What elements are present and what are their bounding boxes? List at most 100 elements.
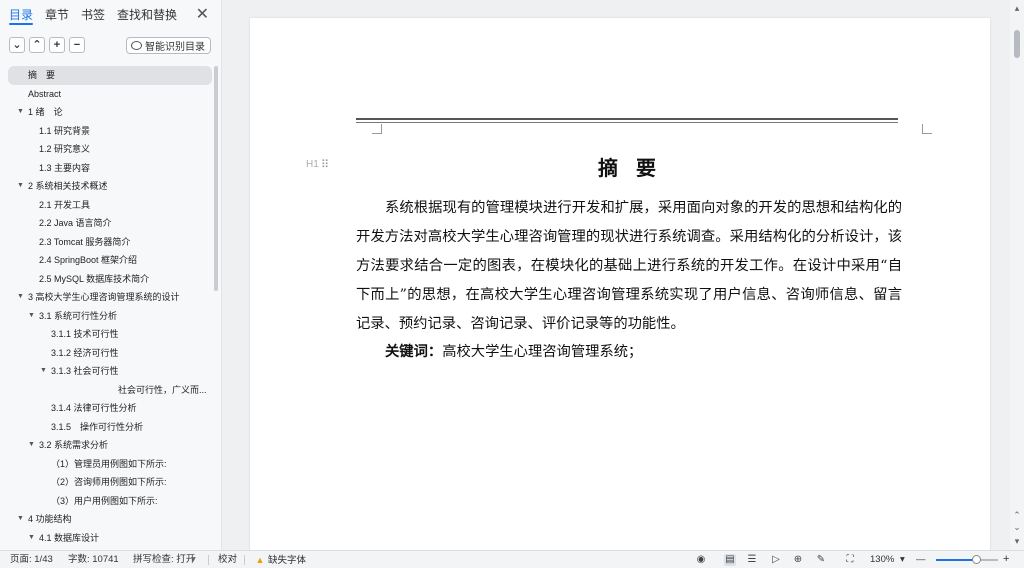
expand-arrow-icon[interactable]: ▼ [28,529,35,548]
toc-item-label: 社会可行性，广义而... [118,384,207,395]
fit-page-icon[interactable]: ⛶ [844,554,856,566]
status-bar: 页面: 1/43 字数: 10741 拼写检查: 打开 ▾ 校对 ▲ 缺失字体 ◉… [0,550,1024,568]
toc-item[interactable]: （1）管理员用例图如下所示: [0,455,214,474]
smart-toc-label: 智能识别目录 [145,42,205,53]
toc-item[interactable]: 1.1 研究背景 [0,122,214,141]
margin-corner-mark [372,124,382,134]
zoom-slider-knob[interactable] [972,555,981,564]
toc-item[interactable]: ▼ 2 系统相关技术概述 [0,177,214,196]
tab-toc[interactable]: 目录 [9,0,34,30]
zoom-level[interactable]: 130% [870,554,894,566]
toc-item[interactable]: ▼ 1 绪 论 [0,103,214,122]
toc-item[interactable]: 2.3 Tomcat 服务器简介 [0,233,214,252]
expand-arrow-icon[interactable]: ▼ [28,307,35,326]
scroll-up-icon[interactable]: ▴ [1012,3,1022,13]
collapse-all-button[interactable]: ⌄ [9,37,25,53]
toc-item[interactable]: Abstract [0,85,214,104]
scroll-down-icon[interactable]: ▾ [1012,536,1022,546]
toc-item[interactable]: 2.1 开发工具 [0,196,214,215]
toc-item-label: 1.1 研究背景 [39,125,91,136]
smart-toc-button[interactable]: 智能识别目录 [126,37,211,54]
toc-item[interactable]: 摘 要 [8,66,212,85]
tab-chapters[interactable]: 章节 [45,0,69,30]
spellcheck-toggle[interactable]: 拼写检查: 打开 [133,554,195,566]
expand-arrow-icon[interactable]: ▼ [40,362,47,381]
toc-item[interactable]: 2.2 Java 语言简介 [0,214,214,233]
toc-item-label: 3.1.1 技术可行性 [51,329,119,339]
toc-item-label: 2.4 SpringBoot 框架介绍 [39,255,138,265]
proofread-button[interactable]: 校对 [218,554,237,566]
chevron-down-icon[interactable]: ▾ [900,554,905,566]
toc-item[interactable]: （3）用户用例图如下所示: [0,492,214,511]
toc-item-label: 3 高校大学生心理咨询管理系统的设计 [28,292,180,302]
keywords-text: 高校大学生心理咨询管理系统； [442,344,643,360]
toc-item[interactable]: 1.2 研究意义 [0,140,214,159]
scrollbar-thumb[interactable] [1014,30,1020,58]
toc-item-label: 4.1 数据库设计 [39,532,100,543]
toc-scrollbar[interactable] [214,66,218,291]
toc-item-label: 3.1.5 操作可行性分析 [51,421,144,432]
toc-item-label: 2.1 开发工具 [39,199,91,210]
tab-bookmarks[interactable]: 书签 [81,0,105,30]
document-area: H1 ⠿ 摘要 系统根据现有的管理模块进行开发和扩展，采用面向对象的开发的思想和… [222,0,1010,550]
page-indicator[interactable]: 页面: 1/43 [10,554,53,566]
expand-all-button[interactable]: ⌃ [29,37,45,53]
header-rule [356,118,898,120]
toc-item[interactable]: ▼ 4 功能结构 [0,510,214,529]
keywords-label: 关键词： [385,344,443,360]
page-up-icon[interactable]: ⌃ [1012,510,1022,520]
document-scrollbar[interactable]: ▴ ⌃ ⌄ ▾ [1010,0,1024,550]
outline-view-icon[interactable]: ☰ [746,554,758,566]
toc-item-label: 摘 要 [28,70,56,80]
tab-find-replace[interactable]: 查找和替换 [117,0,177,30]
toc-item-label: 4 功能结构 [28,514,72,524]
expand-arrow-icon[interactable]: ▼ [17,288,24,307]
eye-protection-icon[interactable]: ◉ [695,554,707,566]
toc-item[interactable]: 3.1.2 经济可行性 [0,344,214,363]
page-title[interactable]: 摘要 [356,152,898,181]
toc-item[interactable]: ▼ 4.1 数据库设计 [0,529,214,548]
toc-item-label: 3.1 系统可行性分析 [39,310,118,321]
expand-arrow-icon[interactable]: ▼ [17,103,24,122]
page-down-icon[interactable]: ⌄ [1012,522,1022,532]
warning-icon: ▲ [255,555,265,565]
pen-icon[interactable]: ✎ [815,554,827,566]
toc-item[interactable]: 2.5 MySQL 数据库技术简介 [0,270,214,289]
toc-item[interactable]: 社会可行性，广义而... [0,381,214,400]
toc-item-label: 2.5 MySQL 数据库技术简介 [39,273,150,284]
drag-handle-icon[interactable]: ⠿ [321,158,329,171]
toc-item[interactable]: ▼ 3.1.3 社会可行性 [0,362,214,381]
remove-heading-button[interactable]: − [69,37,85,53]
panel-tabs: 目录 章节 书签 查找和替换 [0,0,221,30]
toc-item[interactable]: 3.1.5 操作可行性分析 [0,418,214,437]
expand-arrow-icon[interactable]: ▼ [17,177,24,196]
toc-item[interactable]: 2.4 SpringBoot 框架介绍 [0,251,214,270]
zoom-in-button[interactable]: + [1003,553,1009,565]
smart-recognize-icon [131,41,142,50]
toc-item[interactable]: ▼ 3.2 系统需求分析 [0,436,214,455]
toc-item-label: 2 系统相关技术概述 [28,181,108,191]
expand-arrow-icon[interactable]: ▼ [28,436,35,455]
toc-item-label: 3.1.2 经济可行性 [51,347,119,358]
chevron-down-icon[interactable]: ▾ [191,554,196,566]
margin-corner-mark [922,124,932,134]
missing-font-button[interactable]: ▲ 缺失字体 [255,554,306,567]
toc-item-label: （3）用户用例图如下所示: [51,495,158,506]
word-count[interactable]: 字数: 10741 [68,554,119,566]
toc-item[interactable]: （2）咨询师用例图如下所示: [0,473,214,492]
keywords-paragraph[interactable]: 关键词：高校大学生心理咨询管理系统； [356,338,902,367]
toc-item[interactable]: ▼ 3 高校大学生心理咨询管理系统的设计 [0,288,214,307]
page-view-icon[interactable]: ▤ [724,554,736,566]
zoom-out-button[interactable]: — [916,554,926,566]
expand-arrow-icon[interactable]: ▼ [17,510,24,529]
toc-item[interactable]: 1.3 主要内容 [0,159,214,178]
toc-item[interactable]: 3.1.4 法律可行性分析 [0,399,214,418]
web-view-icon[interactable]: ⊕ [792,554,804,566]
add-heading-button[interactable]: + [49,37,65,53]
close-icon[interactable]: ✕ [196,6,209,24]
toc-item[interactable]: ▼ 3.1 系统可行性分析 [0,307,214,326]
play-icon[interactable]: ▷ [770,554,782,566]
toc-item[interactable]: 3.1.1 技术可行性 [0,325,214,344]
abstract-paragraph[interactable]: 系统根据现有的管理模块进行开发和扩展，采用面向对象的开发的思想和结构化的开发方法… [356,194,902,339]
divider [244,555,245,565]
